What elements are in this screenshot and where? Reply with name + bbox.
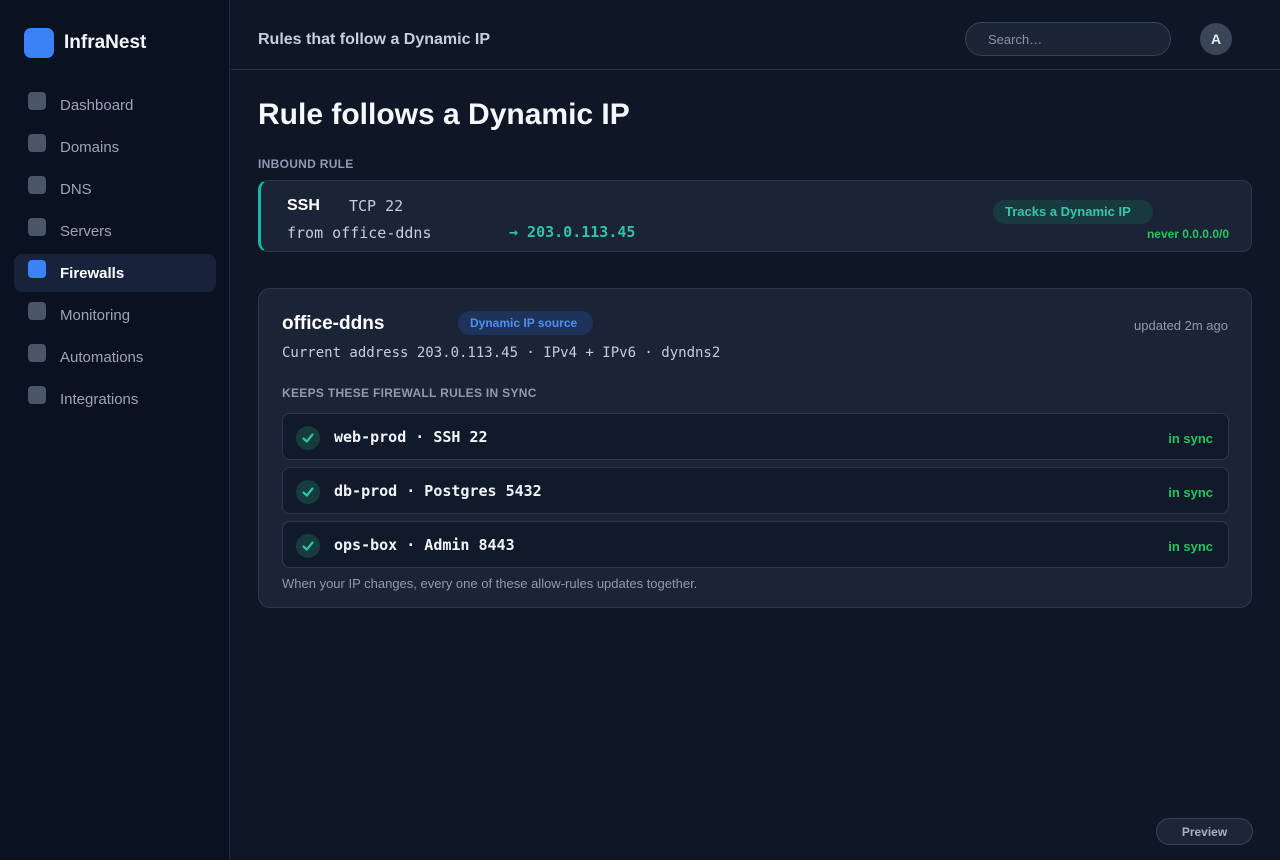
rule-port: TCP 22 (349, 197, 404, 215)
synced-rule-label: db-prod · Postgres 5432 (334, 482, 542, 500)
check-icon (296, 426, 320, 450)
sidebar-item-dashboard[interactable]: Dashboard (14, 86, 216, 124)
synced-rule-row[interactable]: ops-box · Admin 8443 in sync (282, 521, 1229, 568)
synced-rule-label: ops-box · Admin 8443 (334, 536, 515, 554)
search-input[interactable] (965, 22, 1171, 56)
synced-rule-row[interactable]: db-prod · Postgres 5432 in sync (282, 467, 1229, 514)
sidebar-item-dns[interactable]: DNS (14, 170, 216, 208)
synced-rule-label: web-prod · SSH 22 (334, 428, 488, 446)
sidebar-item-label: Dashboard (60, 96, 134, 114)
rule-source: from office-ddns (287, 224, 432, 242)
inbound-section-label: INBOUND RULE (258, 157, 354, 171)
check-icon (296, 534, 320, 558)
sidebar-item-label: Firewalls (60, 264, 125, 282)
sidebar-nav: Dashboard Domains DNS Servers Firewalls … (14, 86, 216, 422)
rule-protocol: SSH (287, 197, 320, 214)
sidebar-item-integrations[interactable]: Integrations (14, 380, 216, 418)
synced-rule-row[interactable]: web-prod · SSH 22 in sync (282, 413, 1229, 460)
brand-name: InfraNest (64, 32, 147, 53)
automations-icon (28, 344, 46, 362)
tracks-dynamic-ip-badge: Tracks a Dynamic IP (993, 200, 1153, 224)
sync-status: in sync (1168, 485, 1213, 500)
dynamic-ip-source-badge: Dynamic IP source (458, 311, 594, 335)
dns-icon (28, 176, 46, 194)
integrations-icon (28, 386, 46, 404)
logo-icon (24, 28, 54, 58)
sidebar-item-automations[interactable]: Automations (14, 338, 216, 376)
never-open-note: never 0.0.0.0/0 (1146, 227, 1229, 241)
domains-icon (28, 134, 46, 152)
check-icon (296, 480, 320, 504)
footnote: When your IP changes, every one of these… (282, 576, 698, 591)
sidebar-item-label: Domains (60, 138, 120, 156)
sidebar-item-servers[interactable]: Servers (14, 212, 216, 250)
sync-status: in sync (1168, 431, 1213, 446)
sync-status: in sync (1168, 539, 1213, 554)
avatar[interactable]: A (1200, 23, 1232, 55)
dynamic-ip-source-card: office-ddns Dynamic IP source updated 2m… (258, 288, 1252, 608)
dashboard-icon (28, 92, 46, 110)
source-name[interactable]: office-ddns (282, 313, 384, 335)
app-root: InfraNest Dashboard Domains DNS Servers … (0, 0, 1280, 860)
firewalls-icon (28, 260, 46, 278)
page-title: Rule follows a Dynamic IP (258, 98, 630, 131)
servers-icon (28, 218, 46, 236)
sidebar: InfraNest Dashboard Domains DNS Servers … (0, 0, 230, 860)
monitoring-icon (28, 302, 46, 320)
preview-button[interactable]: Preview (1156, 818, 1253, 845)
updated-timestamp: updated 2m ago (1134, 318, 1228, 333)
topbar: Rules that follow a Dynamic IP A (231, 0, 1280, 70)
sidebar-item-label: Integrations (60, 390, 139, 408)
current-address: Current address 203.0.113.45 · IPv4 + IP… (282, 345, 721, 361)
inbound-rule-card[interactable]: SSH TCP 22 from office-ddns → 203.0.113.… (258, 180, 1252, 252)
topbar-title: Rules that follow a Dynamic IP (258, 31, 491, 48)
rule-resolved-ip: → 203.0.113.45 (509, 223, 636, 241)
synced-rules-label: KEEPS THESE FIREWALL RULES IN SYNC (282, 386, 537, 400)
sidebar-item-label: Automations (60, 348, 144, 366)
sidebar-item-domains[interactable]: Domains (14, 128, 216, 166)
sidebar-item-label: Monitoring (60, 306, 131, 324)
sidebar-item-label: Servers (60, 222, 112, 240)
sidebar-item-firewalls[interactable]: Firewalls (14, 254, 216, 292)
brand[interactable]: InfraNest (24, 28, 146, 58)
sidebar-item-monitoring[interactable]: Monitoring (14, 296, 216, 334)
sidebar-item-label: DNS (60, 180, 92, 198)
